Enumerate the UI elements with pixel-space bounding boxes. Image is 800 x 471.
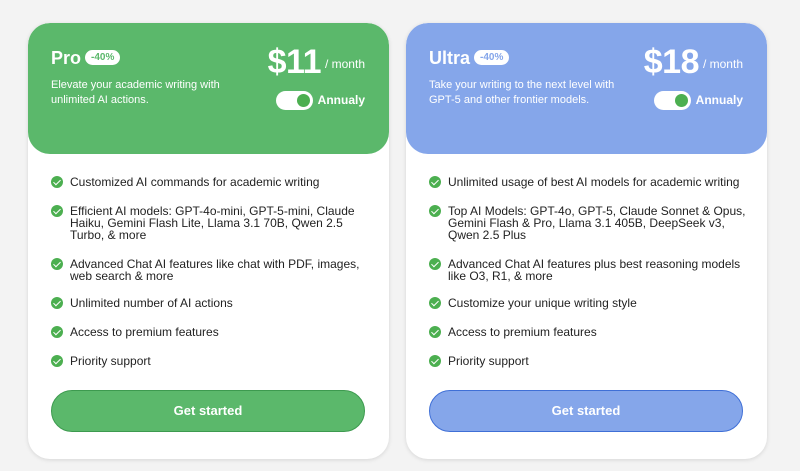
feature-text: Top AI Models: GPT-4o, GPT-5, Claude Son…: [448, 204, 746, 242]
feature-item: Efficient AI models: GPT-4o-mini, GPT-5-…: [51, 205, 371, 241]
discount-badge: -40%: [474, 50, 510, 65]
get-started-button[interactable]: Get started: [429, 390, 743, 432]
feature-item: Access to premium features: [51, 326, 219, 338]
billing-label: Annualy: [695, 93, 743, 107]
plan-price: $18: [643, 43, 700, 81]
feature-text: Advanced Chat AI features like chat with…: [70, 257, 360, 283]
check-circle-icon: [429, 258, 441, 270]
feature-text: Advanced Chat AI features plus best reas…: [448, 257, 741, 283]
annual-billing-toggle[interactable]: [654, 91, 691, 110]
feature-text: Customize your unique writing style: [448, 296, 637, 310]
toggle-knob: [675, 94, 688, 107]
feature-text: Priority support: [448, 354, 529, 368]
feature-item: Unlimited usage of best AI models for ac…: [429, 176, 739, 188]
discount-badge: -40%: [85, 50, 121, 65]
price-period: / month: [324, 57, 365, 71]
check-circle-icon: [51, 176, 63, 188]
plan-name: Pro: [51, 48, 82, 68]
feature-item: Priority support: [429, 355, 529, 367]
check-circle-icon: [429, 326, 441, 338]
feature-item: Customized AI commands for academic writ…: [51, 176, 319, 188]
plan-name: Ultra: [429, 48, 471, 68]
feature-text: Priority support: [70, 354, 151, 368]
feature-item: Customize your unique writing style: [429, 297, 637, 309]
feature-text: Unlimited usage of best AI models for ac…: [448, 175, 740, 189]
check-circle-icon: [429, 205, 441, 217]
pricing-card-pro: Pro -40% Elevate your academic writing w…: [28, 23, 389, 459]
feature-text: Efficient AI models: GPT-4o-mini, GPT-5-…: [70, 204, 355, 242]
pricing-card-ultra: Ultra -40% Take your writing to the next…: [406, 23, 767, 459]
price-period: / month: [702, 57, 743, 71]
feature-item: Priority support: [51, 355, 151, 367]
plan-description: Take your writing to the next level with…: [429, 79, 615, 106]
feature-text: Customized AI commands for academic writ…: [70, 175, 320, 189]
plan-price: $11: [267, 43, 322, 81]
feature-item: Top AI Models: GPT-4o, GPT-5, Claude Son…: [429, 205, 749, 241]
plan-description: Elevate your academic writing with unlim…: [51, 79, 220, 106]
feature-item: Access to premium features: [429, 326, 597, 338]
feature-item: Advanced Chat AI features like chat with…: [51, 258, 371, 282]
check-circle-icon: [429, 355, 441, 367]
feature-text: Access to premium features: [70, 325, 219, 339]
check-circle-icon: [51, 205, 63, 217]
get-started-button[interactable]: Get started: [51, 390, 365, 432]
toggle-knob: [297, 94, 310, 107]
feature-item: Unlimited number of AI actions: [51, 297, 233, 309]
check-circle-icon: [51, 258, 63, 270]
billing-label: Annualy: [317, 93, 365, 107]
pricing-card-header: Ultra -40% Take your writing to the next…: [406, 23, 767, 154]
feature-text: Access to premium features: [448, 325, 597, 339]
annual-billing-toggle[interactable]: [276, 91, 313, 110]
check-circle-icon: [51, 355, 63, 367]
check-circle-icon: [429, 176, 441, 188]
check-circle-icon: [51, 297, 63, 309]
feature-text: Unlimited number of AI actions: [70, 296, 233, 310]
feature-item: Advanced Chat AI features plus best reas…: [429, 258, 749, 282]
check-circle-icon: [51, 326, 63, 338]
pricing-card-header: Pro -40% Elevate your academic writing w…: [28, 23, 389, 154]
check-circle-icon: [429, 297, 441, 309]
